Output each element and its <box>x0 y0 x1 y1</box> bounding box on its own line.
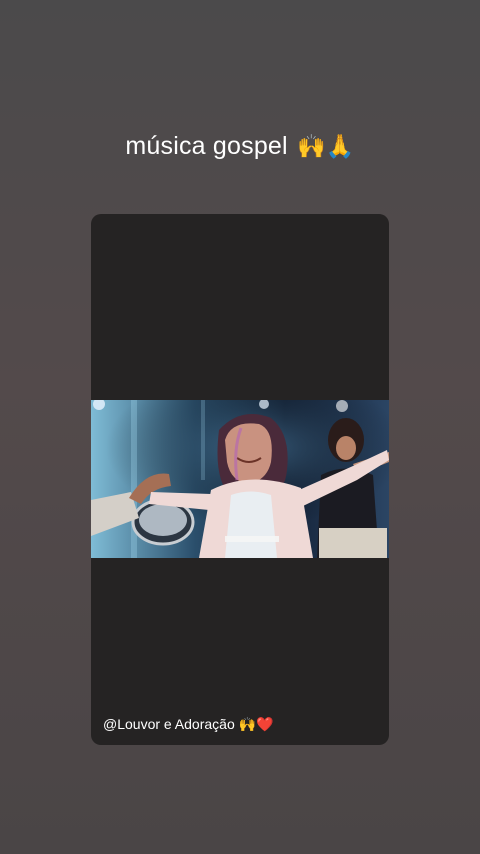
mention-emoji: 🙌❤️ <box>238 716 274 732</box>
caption-emoji: 🙌🙏 <box>296 133 355 159</box>
caption-text: música gospel <box>125 132 288 160</box>
post-mention[interactable]: @Louvor e Adoração 🙌❤️ <box>103 716 274 733</box>
worship-scene-image <box>91 400 389 558</box>
video-thumbnail[interactable] <box>91 400 389 558</box>
shared-post-card[interactable]: @Louvor e Adoração 🙌❤️ <box>91 214 389 745</box>
mention-text: @Louvor e Adoração <box>103 716 235 732</box>
story-caption: música gospel 🙌🙏 <box>0 132 480 161</box>
